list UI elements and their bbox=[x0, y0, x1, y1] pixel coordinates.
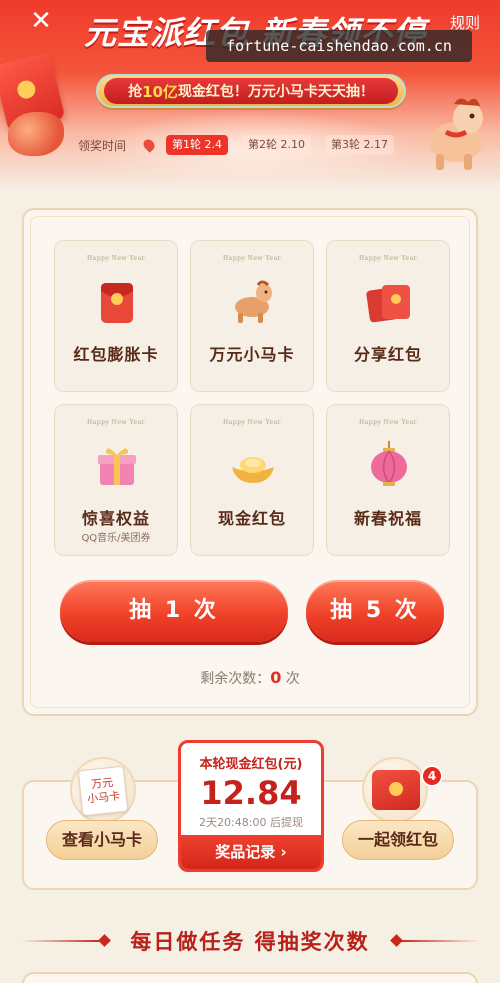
banner-text-post: 现金红包！万元小马卡天天抽！ bbox=[177, 84, 374, 100]
gold-ingot-icon bbox=[232, 457, 274, 483]
notification-badge: 4 bbox=[421, 765, 443, 787]
prize-grid: Happy New Year 红包膨胀卡 Happy New Year 万元小马… bbox=[54, 240, 450, 556]
red-envelopes-icon bbox=[366, 285, 410, 323]
promo-banner-inner: 抢 10亿 现金红包！万元小马卡天天抽！ bbox=[104, 78, 398, 104]
prize-title: 现金红包 bbox=[217, 509, 286, 528]
gift-box-icon bbox=[98, 448, 136, 485]
round-cash-card: 本轮现金红包(元) 12.84 2天20:48:00 后提现 奖品记录 › bbox=[178, 740, 324, 872]
prize-card-blessing[interactable]: Happy New Year 新春祝福 bbox=[326, 404, 450, 556]
prize-title: 红包膨胀卡 bbox=[73, 345, 159, 364]
red-packet-icon bbox=[101, 283, 133, 323]
promo-banner: 抢 10亿 现金红包！万元小马卡天天抽！ bbox=[96, 74, 406, 108]
pony-card-icon: 万元 小马卡 bbox=[77, 765, 129, 817]
round-selector: 领奖时间 第1轮 2.4 第2轮 2.10 第3轮 2.17 bbox=[78, 134, 418, 156]
prize-card-share[interactable]: Happy New Year 分享红包 bbox=[326, 240, 450, 392]
banner-highlight: 10亿 bbox=[142, 82, 178, 101]
banner-text-pre: 抢 bbox=[128, 84, 143, 100]
cash-amount: 12.84 bbox=[200, 774, 302, 812]
round-label: 领奖时间 bbox=[78, 138, 127, 153]
remaining-prefix: 剩余次数： bbox=[200, 671, 271, 687]
cash-label: 本轮现金红包(元) bbox=[199, 757, 303, 772]
prize-card-surprise[interactable]: Happy New Year 惊喜权益 QQ音乐/美团券 bbox=[54, 404, 178, 556]
title-decoration-right bbox=[400, 940, 480, 942]
draw-five-button[interactable]: 抽 5 次 bbox=[306, 580, 444, 642]
claim-together-button[interactable]: 一起领红包 bbox=[342, 820, 454, 860]
prize-record-button[interactable]: 奖品记录 › bbox=[181, 835, 321, 869]
red-packet-icon bbox=[372, 770, 420, 810]
card-tag: Happy New Year bbox=[358, 255, 418, 262]
remaining-suffix: 次 bbox=[281, 671, 300, 687]
draw-buttons: 抽 1 次 抽 5 次 bbox=[60, 580, 444, 642]
pony-icon bbox=[235, 280, 272, 323]
prize-title: 新春祝福 bbox=[353, 509, 422, 528]
prize-card-expansion[interactable]: Happy New Year 红包膨胀卡 bbox=[54, 240, 178, 392]
prize-card-pony[interactable]: Happy New Year 万元小马卡 bbox=[190, 240, 314, 392]
prize-card-cash[interactable]: Happy New Year 现金红包 bbox=[190, 404, 314, 556]
prize-title: 分享红包 bbox=[353, 345, 422, 364]
koi-fish-decoration bbox=[8, 112, 64, 156]
prize-title: 惊喜权益 bbox=[81, 509, 150, 528]
view-pony-card-button[interactable]: 查看小马卡 bbox=[46, 820, 158, 860]
card-tag: Happy New Year bbox=[86, 255, 146, 262]
tab-round-2[interactable]: 第2轮 2.10 bbox=[242, 135, 311, 155]
prize-subtitle: QQ音乐/美团券 bbox=[81, 533, 151, 544]
close-icon[interactable]: ✕ bbox=[28, 8, 54, 34]
prize-panel: Happy New Year 红包膨胀卡 Happy New Year 万元小马… bbox=[22, 208, 478, 716]
pony-mascot-icon bbox=[430, 98, 483, 170]
prize-title: 万元小马卡 bbox=[209, 345, 295, 364]
watermark-overlay: fortune-caishendao.com.cn bbox=[206, 30, 472, 62]
card-tag: Happy New Year bbox=[222, 419, 282, 426]
remaining-draws: 剩余次数：0 次 bbox=[24, 668, 476, 688]
draw-once-button[interactable]: 抽 1 次 bbox=[60, 580, 288, 642]
remaining-count: 0 bbox=[270, 668, 282, 687]
card-tag: Happy New Year bbox=[358, 419, 418, 426]
tab-round-3[interactable]: 第3轮 2.17 bbox=[325, 135, 394, 155]
card-tag: Happy New Year bbox=[222, 255, 282, 262]
task-panel-edge bbox=[22, 972, 478, 983]
withdraw-timer: 2天20:48:00 后提现 bbox=[199, 816, 303, 829]
card-tag: Happy New Year bbox=[86, 419, 146, 426]
tab-round-1[interactable]: 第1轮 2.4 bbox=[166, 135, 228, 155]
lantern-icon bbox=[371, 441, 407, 486]
